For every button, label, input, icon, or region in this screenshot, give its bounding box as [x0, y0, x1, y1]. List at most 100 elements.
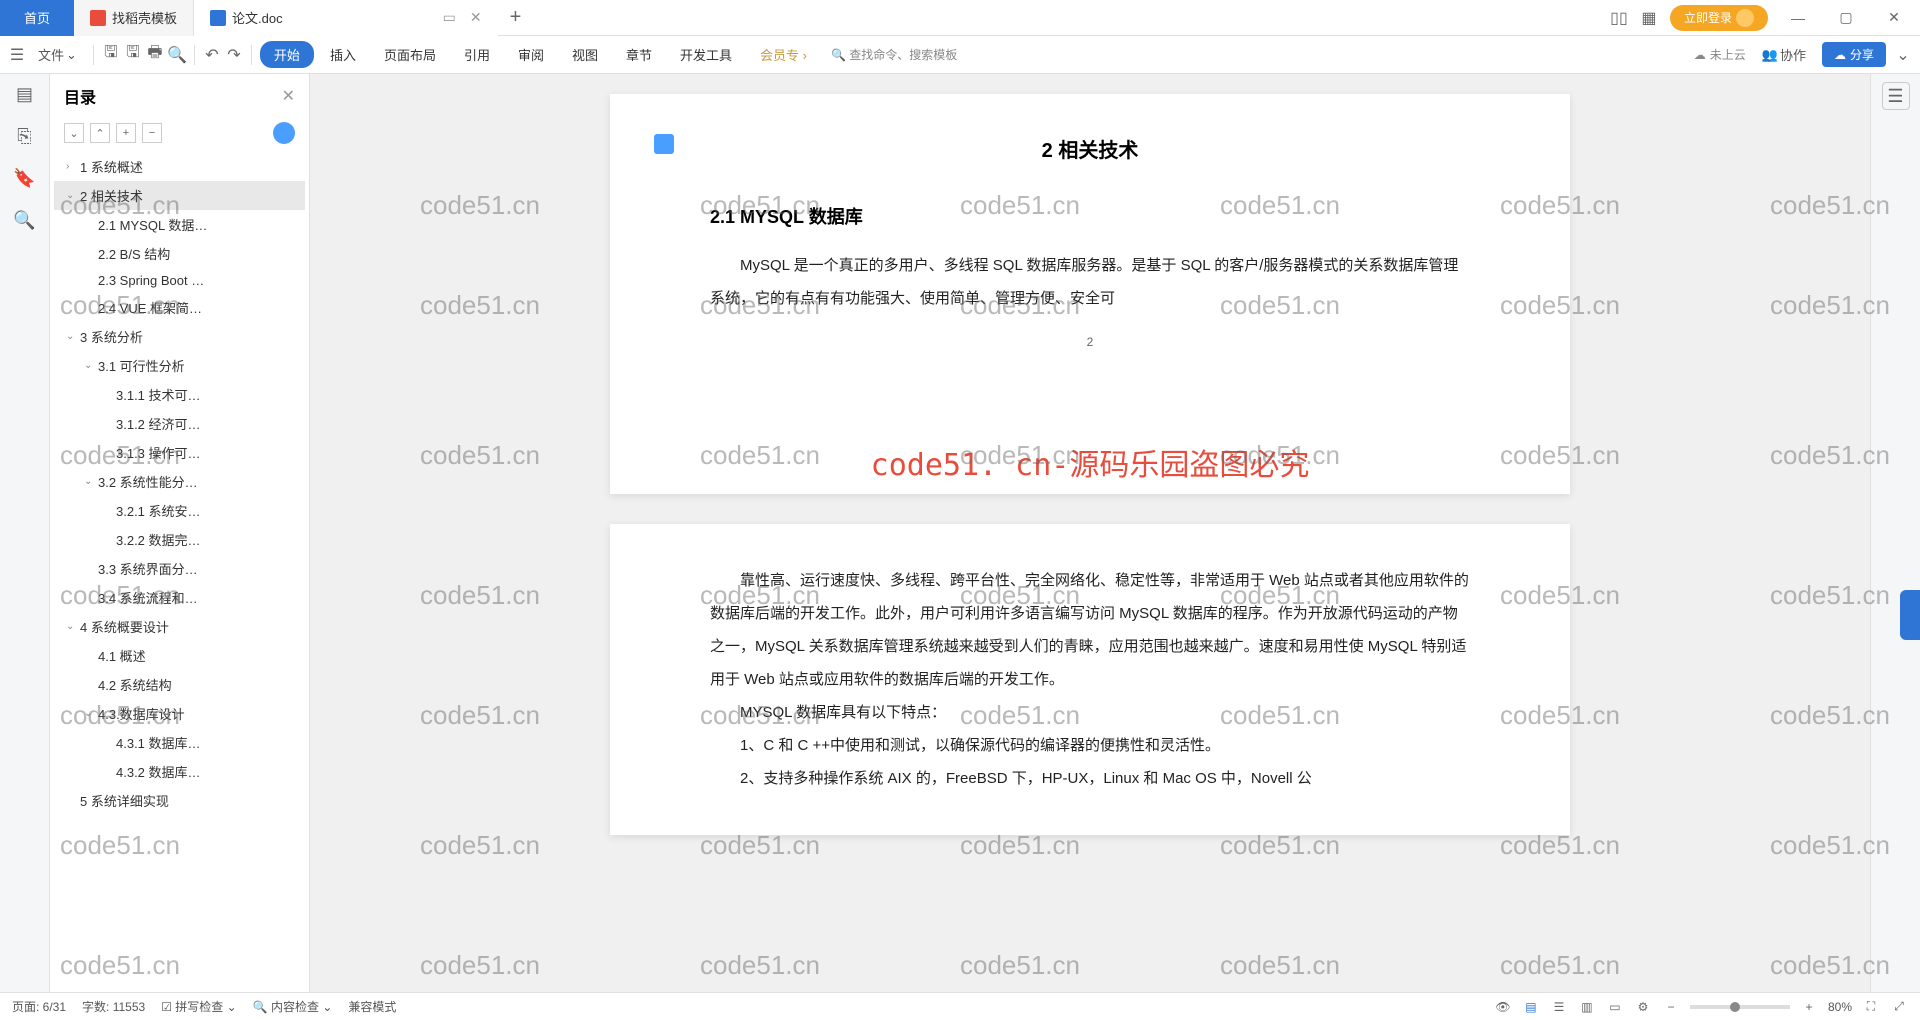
menu-start[interactable]: 开始: [260, 41, 314, 68]
view-page-icon[interactable]: ▤: [1522, 998, 1540, 1016]
tab-document-label: 论文.doc: [232, 8, 283, 27]
zoom-out-icon[interactable]: −: [1662, 998, 1680, 1016]
doc-icon: [210, 10, 226, 26]
titlebar: 首页 找稻壳模板 论文.doc ▭ ✕ + ▯▯ ▦ 立即登录 — ▢ ✕: [0, 0, 1920, 36]
outline-rail-icon[interactable]: ▤: [13, 82, 37, 106]
spell-check[interactable]: ☑ 拼写检查 ⌄: [161, 998, 237, 1015]
menu-chapter[interactable]: 章节: [614, 41, 664, 68]
outline-add[interactable]: +: [116, 123, 136, 143]
outline-item[interactable]: 2.2 B/S 结构: [54, 239, 305, 268]
content-check[interactable]: 🔍 内容检查 ⌄: [253, 998, 333, 1015]
outline-item[interactable]: ⌄4 系统概要设计: [54, 612, 305, 641]
apps-icon[interactable]: ▦: [1640, 9, 1658, 27]
tab-document[interactable]: 论文.doc ▭ ✕: [194, 0, 498, 36]
outline-item[interactable]: 3.1.3 操作可…: [54, 438, 305, 467]
fit-icon[interactable]: ⛶: [1862, 998, 1880, 1016]
outline-item[interactable]: 2.4 VUE 框架简…: [54, 293, 305, 322]
outline-item[interactable]: ⌄3.2 系统性能分…: [54, 467, 305, 496]
template-icon: [90, 10, 106, 26]
tab-screen-icon[interactable]: ▭: [443, 9, 456, 26]
preview-icon[interactable]: 🔍: [168, 46, 186, 64]
main-area: ▤ ⎘ 🔖 🔍 目录 ✕ ⌄ ⌃ + − ›1 系统概述⌄2 相关技术2.1 M…: [0, 74, 1920, 992]
zoom-in-icon[interactable]: +: [1800, 998, 1818, 1016]
print-icon[interactable]: 🖶: [146, 46, 164, 64]
document-page-1: 2 相关技术 2.1 MYSQL 数据库 MySQL 是一个真正的多用户、多线程…: [610, 94, 1570, 494]
menu-vip[interactable]: 会员专 ›: [748, 41, 819, 68]
file-menu[interactable]: 文件 ⌄: [30, 41, 85, 68]
outline-item[interactable]: 4.3.1 数据库…: [54, 728, 305, 757]
right-rail: ☰: [1870, 74, 1920, 992]
outline-item[interactable]: 3.1.1 技术可…: [54, 380, 305, 409]
outline-close-icon[interactable]: ✕: [282, 86, 295, 106]
outline-item[interactable]: 2.3 Spring Boot …: [54, 268, 305, 293]
toolbar-more-icon[interactable]: ⌄: [1894, 46, 1912, 64]
reading-mode-icon[interactable]: ▯▯: [1610, 9, 1628, 27]
save-icon[interactable]: 🖫: [102, 46, 120, 64]
toolbar: ☰ 文件 ⌄ 🖫 🖫 🖶 🔍 ↶ ↷ 开始 插入 页面布局 引用 审阅 视图 章…: [0, 36, 1920, 74]
menu-page-layout[interactable]: 页面布局: [372, 41, 448, 68]
word-count[interactable]: 字数: 11553: [82, 998, 145, 1015]
outline-item[interactable]: 4.1 概述: [54, 641, 305, 670]
tab-template-label: 找稻壳模板: [112, 8, 177, 27]
outline-item[interactable]: ›1 系统概述: [54, 152, 305, 181]
outline-remove[interactable]: −: [142, 123, 162, 143]
tab-add-button[interactable]: +: [498, 6, 534, 29]
doc-paragraph: 2、支持多种操作系统 AIX 的，FreeBSD 下，HP-UX，Linux 和…: [710, 762, 1470, 795]
outline-item[interactable]: 3.1.2 经济可…: [54, 409, 305, 438]
doc-paragraph: 靠性高、运行速度快、多线程、跨平台性、完全网络化、稳定性等，非常适用于 Web …: [710, 564, 1470, 696]
right-panel-icon[interactable]: ☰: [1882, 82, 1910, 110]
login-button[interactable]: 立即登录: [1670, 5, 1768, 31]
menu-devtools[interactable]: 开发工具: [668, 41, 744, 68]
bookmark-rail-icon[interactable]: 🔖: [13, 166, 37, 190]
view-web-icon[interactable]: ▥: [1578, 998, 1596, 1016]
outline-item[interactable]: ⌄3.1 可行性分析: [54, 351, 305, 380]
tab-close-icon[interactable]: ✕: [470, 9, 482, 26]
outline-item[interactable]: 3.2.2 数据完…: [54, 525, 305, 554]
outline-item[interactable]: 2.1 MYSQL 数据…: [54, 210, 305, 239]
document-area[interactable]: 2 相关技术 2.1 MYSQL 数据库 MySQL 是一个真正的多用户、多线程…: [310, 74, 1870, 992]
login-label: 立即登录: [1684, 9, 1732, 26]
outline-item[interactable]: 3.3 系统界面分…: [54, 554, 305, 583]
outline-item[interactable]: 4.2 系统结构: [54, 670, 305, 699]
settings-icon[interactable]: ⚙: [1634, 998, 1652, 1016]
search-rail-icon[interactable]: 🔍: [13, 208, 37, 232]
zoom-level[interactable]: 80%: [1828, 1000, 1852, 1014]
view-read-icon[interactable]: ▭: [1606, 998, 1624, 1016]
tab-home[interactable]: 首页: [0, 0, 74, 36]
menu-view[interactable]: 视图: [560, 41, 610, 68]
undo-icon[interactable]: ↶: [203, 46, 221, 64]
menu-insert[interactable]: 插入: [318, 41, 368, 68]
fullscreen-icon[interactable]: ⤢: [1890, 998, 1908, 1016]
outline-list[interactable]: ›1 系统概述⌄2 相关技术2.1 MYSQL 数据…2.2 B/S 结构2.3…: [50, 152, 309, 992]
share-button[interactable]: ☁ 分享: [1822, 42, 1886, 67]
cloud-status[interactable]: ☁ 未上云: [1694, 46, 1746, 63]
collab-button[interactable]: 👥 协作: [1754, 41, 1814, 68]
outline-collapse-all[interactable]: ⌄: [64, 123, 84, 143]
outline-expand-all[interactable]: ⌃: [90, 123, 110, 143]
outline-item[interactable]: ⌄4.3.数据库设计: [54, 699, 305, 728]
side-tab-handle[interactable]: [1900, 590, 1920, 640]
eye-icon[interactable]: 👁: [1494, 998, 1512, 1016]
outline-item[interactable]: 3.4 系统流程和…: [54, 583, 305, 612]
outline-item[interactable]: 4.3.2 数据库…: [54, 757, 305, 786]
outline-item[interactable]: 5 系统详细实现: [54, 786, 305, 815]
menu-icon[interactable]: ☰: [8, 46, 26, 64]
tab-template[interactable]: 找稻壳模板: [74, 0, 194, 36]
save-as-icon[interactable]: 🖫: [124, 46, 142, 64]
menu-reference[interactable]: 引用: [452, 41, 502, 68]
window-close[interactable]: ✕: [1876, 0, 1912, 36]
page-indicator[interactable]: 页面: 6/31: [12, 998, 66, 1015]
window-maximize[interactable]: ▢: [1828, 0, 1864, 36]
outline-item[interactable]: 3.2.1 系统安…: [54, 496, 305, 525]
view-outline-icon[interactable]: ☰: [1550, 998, 1568, 1016]
copy-rail-icon[interactable]: ⎘: [13, 124, 37, 148]
outline-item[interactable]: ⌄3 系统分析: [54, 322, 305, 351]
outline-ai-icon[interactable]: [273, 122, 295, 144]
zoom-slider[interactable]: [1690, 1005, 1790, 1009]
redo-icon[interactable]: ↷: [225, 46, 243, 64]
left-rail: ▤ ⎘ 🔖 🔍: [0, 74, 50, 992]
menu-review[interactable]: 审阅: [506, 41, 556, 68]
window-minimize[interactable]: —: [1780, 0, 1816, 36]
search-command[interactable]: 🔍 查找命令、搜索模板: [823, 42, 965, 67]
outline-item[interactable]: ⌄2 相关技术: [54, 181, 305, 210]
